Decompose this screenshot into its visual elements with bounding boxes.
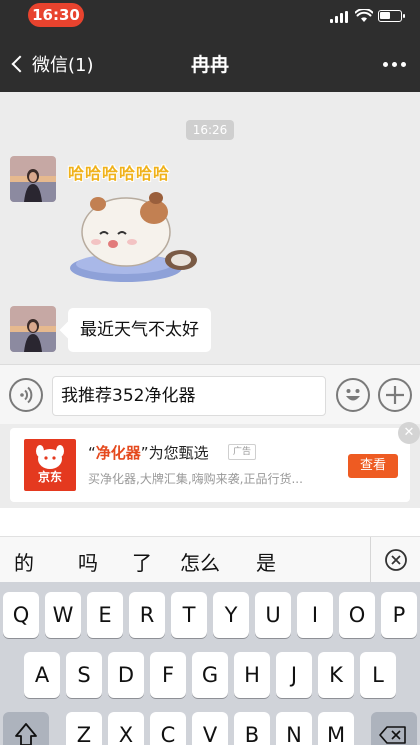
message-input[interactable]: 我推荐352净化器 xyxy=(52,376,326,416)
key-m[interactable]: M xyxy=(318,712,354,745)
ad-title-rest: ”为您甄选 xyxy=(140,444,209,462)
ad-tag: 广告 xyxy=(228,444,256,460)
shift-icon xyxy=(15,723,37,745)
back-label: 微信(1) xyxy=(32,55,94,76)
candidate-word[interactable]: 的 xyxy=(14,547,34,576)
composer-bar: 我推荐352净化器 xyxy=(0,364,420,424)
ad-banner-area: 京东 “净化器”为您甄选 广告 买净化器,大牌汇集,嗨购来袭,正品行货... 查… xyxy=(0,422,420,508)
message-timestamp: 16:26 xyxy=(186,120,234,140)
keyboard: Q W E R T Y U I O P A S D F G H J K L Z … xyxy=(0,582,420,745)
dot-icon xyxy=(383,62,388,67)
chat-area[interactable]: 16:26 哈哈哈哈哈哈 最近天气不太好 xyxy=(0,92,420,364)
backspace-key[interactable] xyxy=(371,712,417,745)
chat-header: 微信(1) 冉冉 xyxy=(0,36,420,92)
key-c[interactable]: C xyxy=(150,712,186,745)
message-bubble[interactable]: 最近天气不太好 xyxy=(68,308,211,352)
key-h[interactable]: H xyxy=(234,652,270,698)
key-o[interactable]: O xyxy=(339,592,375,638)
add-attachment-button[interactable] xyxy=(378,378,412,412)
close-icon: ✕ xyxy=(403,425,415,440)
ad-card[interactable]: 京东 “净化器”为您甄选 广告 买净化器,大牌汇集,嗨购来袭,正品行货... 查… xyxy=(10,428,410,502)
key-r[interactable]: R xyxy=(129,592,165,638)
ad-title-quote: “ xyxy=(88,444,96,462)
candidate-word[interactable]: 是 xyxy=(256,547,276,576)
key-v[interactable]: V xyxy=(192,712,228,745)
key-d[interactable]: D xyxy=(108,652,144,698)
sticker-caption: 哈哈哈哈哈哈 xyxy=(68,164,171,183)
ad-view-button[interactable]: 查看 xyxy=(348,454,398,478)
signal-icon xyxy=(330,11,350,23)
wifi-icon xyxy=(355,9,373,22)
keyboard-top-gap xyxy=(0,508,420,536)
backspace-icon xyxy=(379,726,406,744)
key-a[interactable]: A xyxy=(24,652,60,698)
key-p[interactable]: P xyxy=(381,592,417,638)
key-l[interactable]: L xyxy=(360,652,396,698)
key-q[interactable]: Q xyxy=(3,592,39,638)
avatar[interactable] xyxy=(10,156,56,202)
key-z[interactable]: Z xyxy=(66,712,102,745)
ad-logo-text: 京东 xyxy=(37,470,62,484)
key-y[interactable]: Y xyxy=(213,592,249,638)
key-i[interactable]: I xyxy=(297,592,333,638)
sticker-message[interactable]: 哈哈哈哈哈哈 xyxy=(66,160,206,290)
key-f[interactable]: F xyxy=(150,652,186,698)
voice-icon xyxy=(20,386,33,404)
chevron-left-icon xyxy=(11,55,29,73)
dot-icon xyxy=(392,62,397,67)
key-g[interactable]: G xyxy=(192,652,228,698)
clear-circle-icon xyxy=(385,549,407,571)
ad-description: 买净化器,大牌汇集,嗨购来袭,正品行货... xyxy=(88,472,303,486)
candidate-word[interactable]: 吗 xyxy=(78,547,98,576)
key-j[interactable]: J xyxy=(276,652,312,698)
ad-title: “净化器”为您甄选 xyxy=(88,442,209,463)
plus-icon xyxy=(386,386,404,404)
candidate-word[interactable]: 怎么 xyxy=(180,547,220,576)
battery-icon xyxy=(378,10,405,22)
candidate-word[interactable]: 了 xyxy=(132,547,152,576)
status-bar: 16:30 xyxy=(0,0,420,36)
key-b[interactable]: B xyxy=(234,712,270,745)
ad-title-keyword: 净化器 xyxy=(95,444,141,462)
key-t[interactable]: T xyxy=(171,592,207,638)
avatar[interactable] xyxy=(10,306,56,352)
avatar-photo xyxy=(10,306,56,352)
dot-icon xyxy=(401,62,406,67)
key-e[interactable]: E xyxy=(87,592,123,638)
key-x[interactable]: X xyxy=(108,712,144,745)
key-u[interactable]: U xyxy=(255,592,291,638)
candidate-delete-button[interactable] xyxy=(370,537,420,583)
avatar-photo xyxy=(10,156,56,202)
status-time[interactable]: 16:30 xyxy=(28,3,84,27)
ad-close-button[interactable]: ✕ xyxy=(398,422,420,444)
key-k[interactable]: K xyxy=(318,652,354,698)
raccoon-sticker-image xyxy=(70,192,197,282)
key-s[interactable]: S xyxy=(66,652,102,698)
key-n[interactable]: N xyxy=(276,712,312,745)
back-button[interactable]: 微信(1) xyxy=(8,50,94,78)
voice-input-button[interactable] xyxy=(9,378,43,412)
emoji-button[interactable] xyxy=(336,378,370,412)
ime-candidate-bar: 的 吗 了 怎么 是 xyxy=(0,536,420,583)
more-options-button[interactable] xyxy=(383,62,406,67)
emoji-icon xyxy=(346,389,360,401)
jd-logo: 京东 xyxy=(24,439,76,491)
shift-key[interactable] xyxy=(3,712,49,745)
key-w[interactable]: W xyxy=(45,592,81,638)
